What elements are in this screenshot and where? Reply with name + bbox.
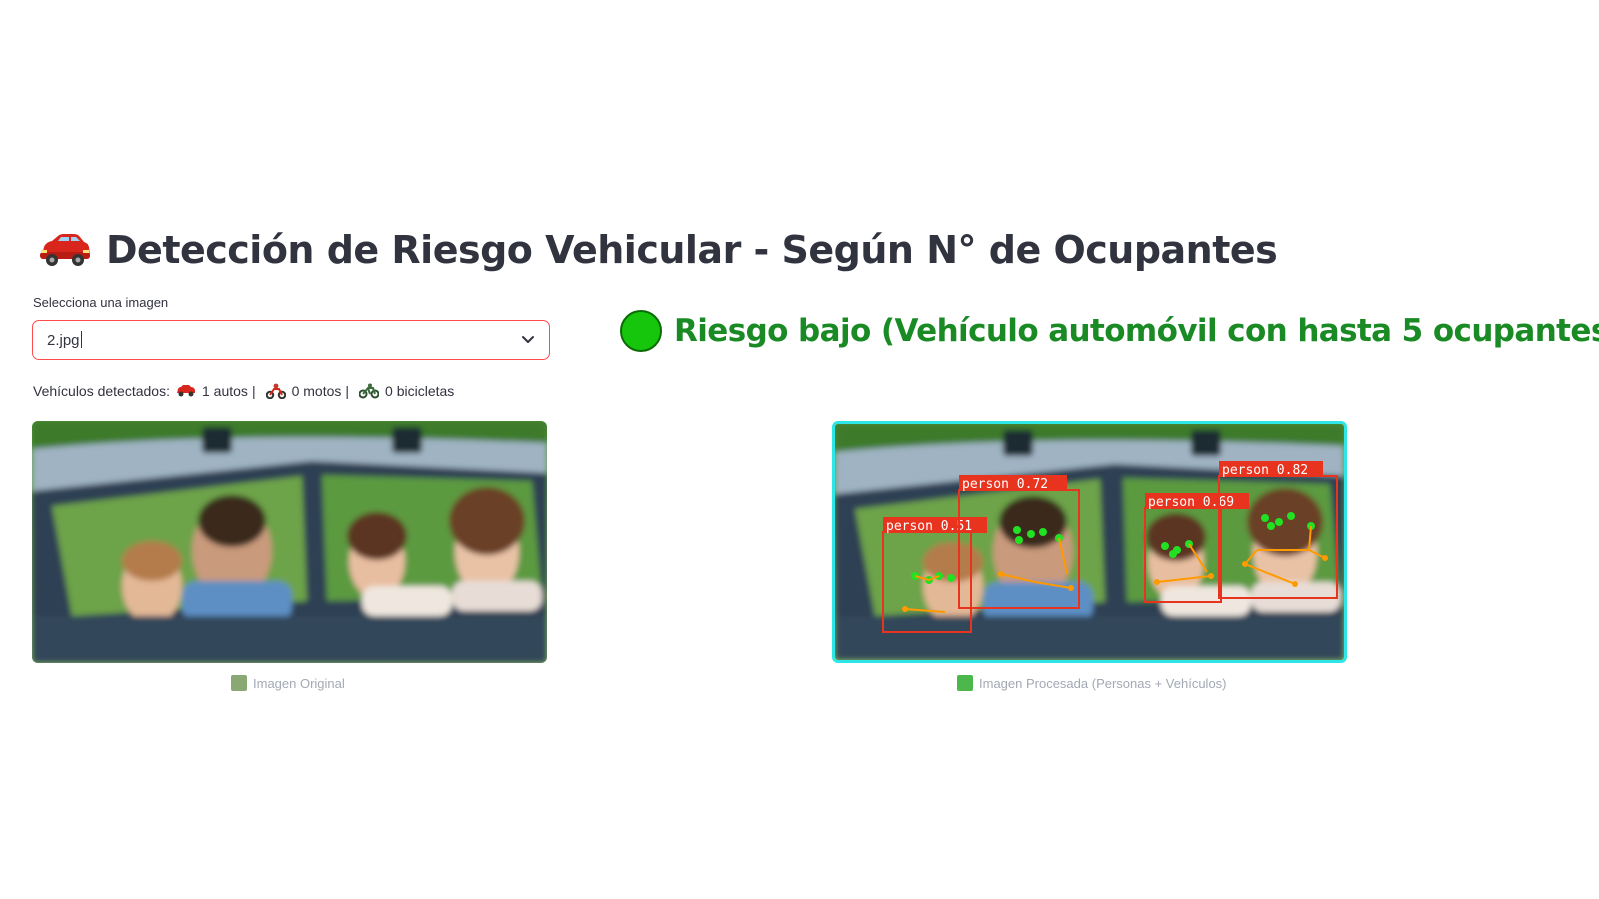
svg-text:person 0.72: person 0.72 [962,477,1048,492]
page-title-text: Detección de Riesgo Vehicular - Según N°… [106,228,1278,272]
green-circle-icon [620,310,662,352]
motorcycle-icon [265,383,286,399]
chevron-down-icon[interactable] [521,335,535,345]
svg-text:person 0.69: person 0.69 [1148,495,1234,510]
image-select-value[interactable]: 2.jpg [47,331,82,349]
page-title: Detección de Riesgo Vehicular - Según N°… [36,222,1278,278]
original-caption-text: Imagen Original [253,675,345,691]
vehicles-summary: Vehículos detectados: 1 autos | 0 motos … [33,383,454,399]
separator: | [345,383,350,399]
bikes-count: 0 bicicletas [385,383,455,399]
risk-indicator: Riesgo bajo (Vehículo automóvil con hast… [620,310,1599,352]
risk-text: Riesgo bajo (Vehículo automóvil con hast… [674,313,1599,349]
car-icon [177,385,195,397]
image-icon [231,675,247,691]
check-icon [957,675,973,691]
red-car-icon [40,234,90,266]
separator: | [251,383,256,399]
processed-image-caption: Imagen Procesada (Personas + Vehículos) [957,675,1227,691]
vehicles-prefix: Vehículos detectados: [33,383,170,399]
processed-image: person 0.51 person 0.72 person 0.69 pers… [832,421,1347,663]
cars-count: 1 autos [202,383,248,399]
svg-text:person 0.82: person 0.82 [1222,463,1308,478]
original-image-caption: Imagen Original [231,675,345,691]
image-select[interactable]: 2.jpg [32,320,550,360]
processed-caption-text: Imagen Procesada (Personas + Vehículos) [979,675,1227,691]
motos-count: 0 motos [291,383,342,399]
original-image [32,421,547,663]
select-label: Selecciona una imagen [33,295,169,310]
bicycle-icon [359,383,380,399]
